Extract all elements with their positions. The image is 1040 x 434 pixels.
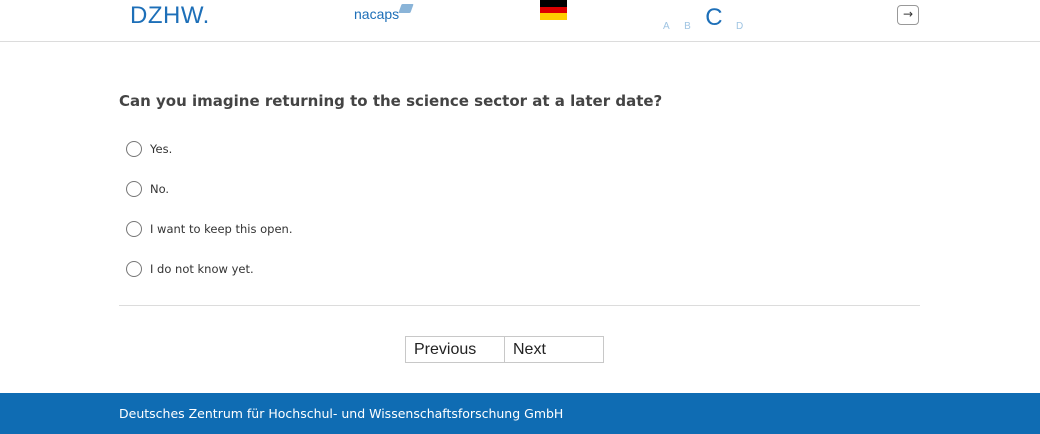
- nacaps-logo[interactable]: nacaps: [354, 4, 414, 22]
- option-label: Yes.: [150, 142, 173, 156]
- logout-button[interactable]: →: [897, 5, 919, 25]
- header: DZHW. nacaps A B C D →: [0, 0, 1040, 42]
- option-label: I do not know yet.: [150, 262, 254, 276]
- german-flag-icon[interactable]: [540, 0, 567, 20]
- question-text: Can you imagine returning to the science…: [119, 92, 663, 110]
- flag-stripe-red: [540, 6, 567, 14]
- radio-button[interactable]: [126, 221, 142, 237]
- nacaps-logo-text: nacaps: [354, 6, 400, 22]
- option-label: No.: [150, 182, 170, 196]
- footer-text: Deutsches Zentrum für Hochschul- und Wis…: [119, 406, 564, 421]
- footer: Deutsches Zentrum für Hochschul- und Wis…: [0, 393, 1040, 434]
- font-size-d[interactable]: D: [736, 21, 743, 32]
- flag-stripe-black: [540, 0, 567, 7]
- option-yes[interactable]: Yes.: [126, 140, 293, 180]
- font-size-c[interactable]: C: [705, 4, 722, 32]
- option-no[interactable]: No.: [126, 180, 293, 220]
- option-keep-open[interactable]: I want to keep this open.: [126, 220, 293, 260]
- divider: [119, 305, 920, 306]
- answer-options: Yes. No. I want to keep this open. I do …: [126, 140, 293, 300]
- dzhw-logo[interactable]: DZHW.: [130, 2, 210, 30]
- radio-button[interactable]: [126, 261, 142, 277]
- option-do-not-know[interactable]: I do not know yet.: [126, 260, 293, 300]
- font-size-a[interactable]: A: [663, 21, 670, 32]
- graduation-cap-icon: [398, 4, 414, 13]
- font-size-selector: A B C D: [663, 4, 753, 32]
- radio-button[interactable]: [126, 181, 142, 197]
- logout-arrow-icon: →: [902, 7, 914, 21]
- radio-button[interactable]: [126, 141, 142, 157]
- next-button[interactable]: Next: [504, 336, 604, 363]
- previous-button[interactable]: Previous: [405, 336, 505, 363]
- flag-stripe-gold: [540, 13, 567, 20]
- option-label: I want to keep this open.: [150, 222, 293, 236]
- font-size-b[interactable]: B: [684, 21, 691, 32]
